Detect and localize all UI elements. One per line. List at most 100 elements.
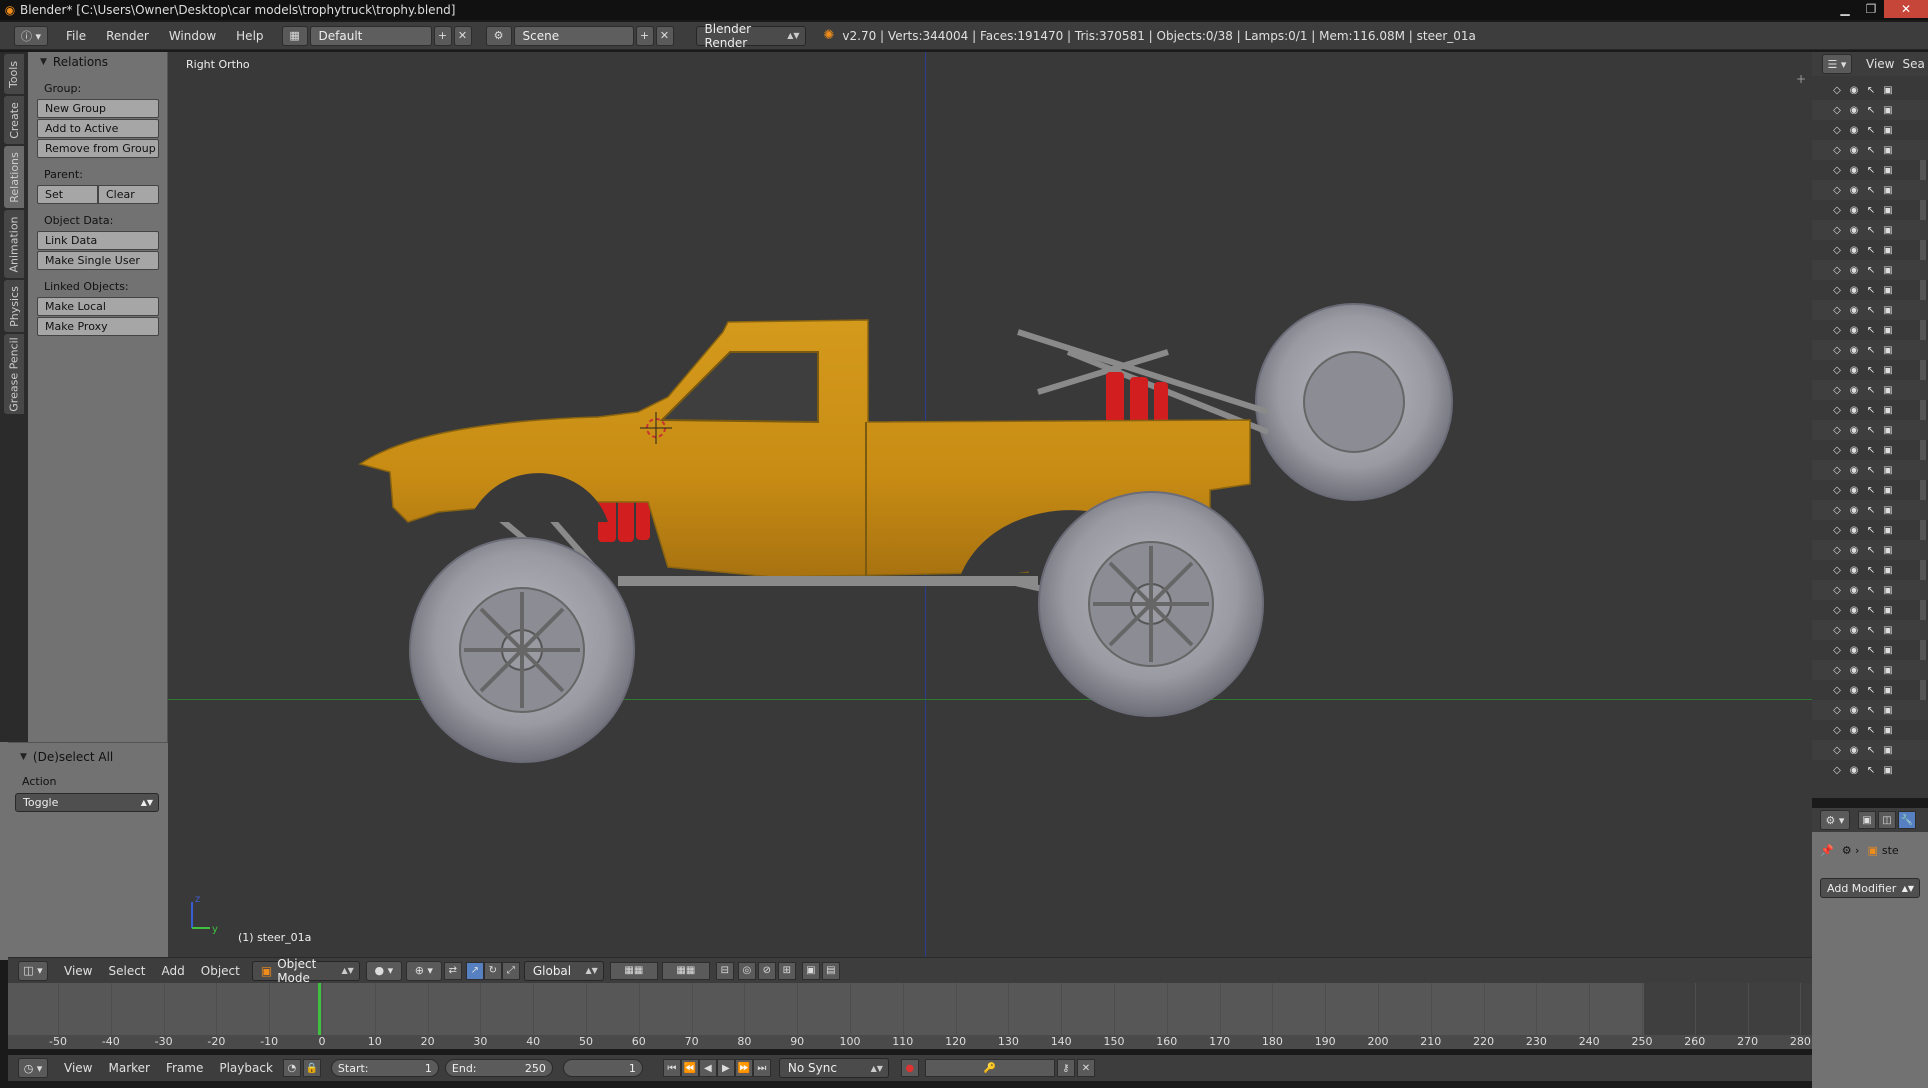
eye-icon[interactable]: ◉ [1847,745,1861,756]
eye-icon[interactable]: ◉ [1847,625,1861,636]
eye-icon[interactable]: ◉ [1847,645,1861,656]
eye-icon[interactable]: ◉ [1847,405,1861,416]
eye-icon[interactable]: ◉ [1847,185,1861,196]
cursor-select-icon[interactable]: ↖ [1864,705,1878,716]
jump-end-icon[interactable]: ⏭ [752,1059,771,1077]
outliner-row[interactable]: ◇ ◉ ↖ ▣ [1812,520,1928,540]
preview-range-icon[interactable]: ◔ [282,1059,301,1077]
cursor-select-icon[interactable]: ↖ [1864,645,1878,656]
camera-render-icon[interactable]: ▣ [1881,185,1895,196]
outliner-row[interactable]: ◇ ◉ ↖ ▣ [1812,160,1928,180]
outliner-row[interactable]: ◇ ◉ ↖ ▣ [1812,300,1928,320]
outliner-row[interactable]: ◇ ◉ ↖ ▣ [1812,620,1928,640]
camera-render-icon[interactable]: ▣ [1881,725,1895,736]
cursor-select-icon[interactable]: ↖ [1864,385,1878,396]
eye-icon[interactable]: ◉ [1847,125,1861,136]
cursor-select-icon[interactable]: ↖ [1864,585,1878,596]
eye-icon[interactable]: ◉ [1847,245,1861,256]
restrict-view-icon[interactable]: ◇ [1830,365,1844,376]
lock-layers-icon[interactable]: ⊟ [715,961,734,980]
snap-icon[interactable]: ⊘ [757,961,776,980]
camera-render-icon[interactable]: ▣ [1881,745,1895,756]
restrict-view-icon[interactable]: ◇ [1830,505,1844,516]
camera-render-icon[interactable]: ▣ [1881,365,1895,376]
eye-icon[interactable]: ◉ [1847,565,1861,576]
properties-context-icon[interactable]: ▣ [1858,811,1876,829]
scene-icon[interactable]: ⚙ [485,25,512,46]
tab-animation[interactable]: Animation [4,210,24,278]
restrict-view-icon[interactable]: ◇ [1830,125,1844,136]
remove-screen-icon[interactable]: ✕ [453,25,472,46]
tl-menu-marker[interactable]: Marker [100,1061,157,1075]
cursor-select-icon[interactable]: ↖ [1864,565,1878,576]
camera-render-icon[interactable]: ▣ [1881,485,1895,496]
outliner-row[interactable]: ◇ ◉ ↖ ▣ [1812,560,1928,580]
jump-keyframe-back-icon[interactable]: ⏪ [680,1059,699,1077]
camera-render-icon[interactable]: ▣ [1881,105,1895,116]
restrict-view-icon[interactable]: ◇ [1830,285,1844,296]
restrict-view-icon[interactable]: ◇ [1830,585,1844,596]
cursor-select-icon[interactable]: ↖ [1864,605,1878,616]
cursor-select-icon[interactable]: ↖ [1864,685,1878,696]
restrict-view-icon[interactable]: ◇ [1830,245,1844,256]
cursor-select-icon[interactable]: ↖ [1864,325,1878,336]
outliner-row[interactable]: ◇ ◉ ↖ ▣ [1812,480,1928,500]
camera-render-icon[interactable]: ▣ [1881,165,1895,176]
restrict-view-icon[interactable]: ◇ [1830,765,1844,776]
restrict-view-icon[interactable]: ◇ [1830,165,1844,176]
menu-file[interactable]: File [56,29,96,43]
restrict-view-icon[interactable]: ◇ [1830,725,1844,736]
eye-icon[interactable]: ◉ [1847,145,1861,156]
viewport-shading-icon[interactable]: ● ▾ [365,960,402,981]
start-frame-field[interactable]: Start: 1 [330,1059,439,1077]
eye-icon[interactable]: ◉ [1847,705,1861,716]
camera-render-icon[interactable]: ▣ [1881,545,1895,556]
outliner[interactable]: ◇ ◉ ↖ ▣ ◇ ◉ ↖ ▣ ◇ ◉ ↖ ▣ ◇ ◉ ↖ ▣ ◇ ◉ ↖ ▣ ◇ ◉ ↖ ▣ ◇ ◉ ↖ ▣ ◇ ◉ ↖ ▣ ◇ ◉ ↖ ▣ ◇ ◉ ↖ ▣… [1812,76,1928,798]
camera-render-icon[interactable]: ▣ [1881,665,1895,676]
menu-add[interactable]: Add [154,964,193,978]
camera-render-icon[interactable]: ▣ [1881,625,1895,636]
outliner-row[interactable]: ◇ ◉ ↖ ▣ [1812,760,1928,780]
tab-relations[interactable]: Relations [4,146,24,208]
render-image-icon[interactable]: ▣ [801,961,820,980]
proportional-edit-icon[interactable]: ◎ [737,961,756,980]
eye-icon[interactable]: ◉ [1847,265,1861,276]
cursor-select-icon[interactable]: ↖ [1864,345,1878,356]
camera-render-icon[interactable]: ▣ [1881,325,1895,336]
restrict-view-icon[interactable]: ◇ [1830,465,1844,476]
outliner-row[interactable]: ◇ ◉ ↖ ▣ [1812,460,1928,480]
eye-icon[interactable]: ◉ [1847,105,1861,116]
camera-render-icon[interactable]: ▣ [1881,345,1895,356]
set-parent-button[interactable]: Set [37,185,98,204]
restrict-view-icon[interactable]: ◇ [1830,665,1844,676]
restrict-view-icon[interactable]: ◇ [1830,625,1844,636]
render-engine-dropdown[interactable]: Blender Render ▲▼ [695,22,806,50]
restrict-view-icon[interactable]: ◇ [1830,325,1844,336]
3d-viewport[interactable]: Right Ortho + z y (1) steer_01a [168,52,1812,957]
tab-tools[interactable]: Tools [4,54,24,94]
sync-mode-dropdown[interactable]: No Sync ▲▼ [778,1058,889,1078]
outliner-row[interactable]: ◇ ◉ ↖ ▣ [1812,200,1928,220]
outliner-row[interactable]: ◇ ◉ ↖ ▣ [1812,240,1928,260]
manipulator-icon[interactable]: ⇄ [443,961,462,980]
eye-icon[interactable]: ◉ [1847,425,1861,436]
camera-render-icon[interactable]: ▣ [1881,85,1895,96]
make-local-button[interactable]: Make Local [37,297,159,316]
cursor-select-icon[interactable]: ↖ [1864,165,1878,176]
minimize-icon[interactable]: ▁ [1832,0,1858,18]
tl-menu-view[interactable]: View [56,1061,100,1075]
cursor-select-icon[interactable]: ↖ [1864,105,1878,116]
outliner-row[interactable]: ◇ ◉ ↖ ▣ [1812,440,1928,460]
camera-render-icon[interactable]: ▣ [1881,705,1895,716]
auto-keyframe-record-icon[interactable]: ● [900,1059,919,1077]
camera-render-icon[interactable]: ▣ [1881,605,1895,616]
restrict-view-icon[interactable]: ◇ [1830,265,1844,276]
restrict-view-icon[interactable]: ◇ [1830,85,1844,96]
eye-icon[interactable]: ◉ [1847,485,1861,496]
outliner-row[interactable]: ◇ ◉ ↖ ▣ [1812,260,1928,280]
make-proxy-button[interactable]: Make Proxy [37,317,159,336]
camera-render-icon[interactable]: ▣ [1881,445,1895,456]
eye-icon[interactable]: ◉ [1847,725,1861,736]
restrict-view-icon[interactable]: ◇ [1830,685,1844,696]
end-frame-field[interactable]: End: 250 [444,1059,553,1077]
